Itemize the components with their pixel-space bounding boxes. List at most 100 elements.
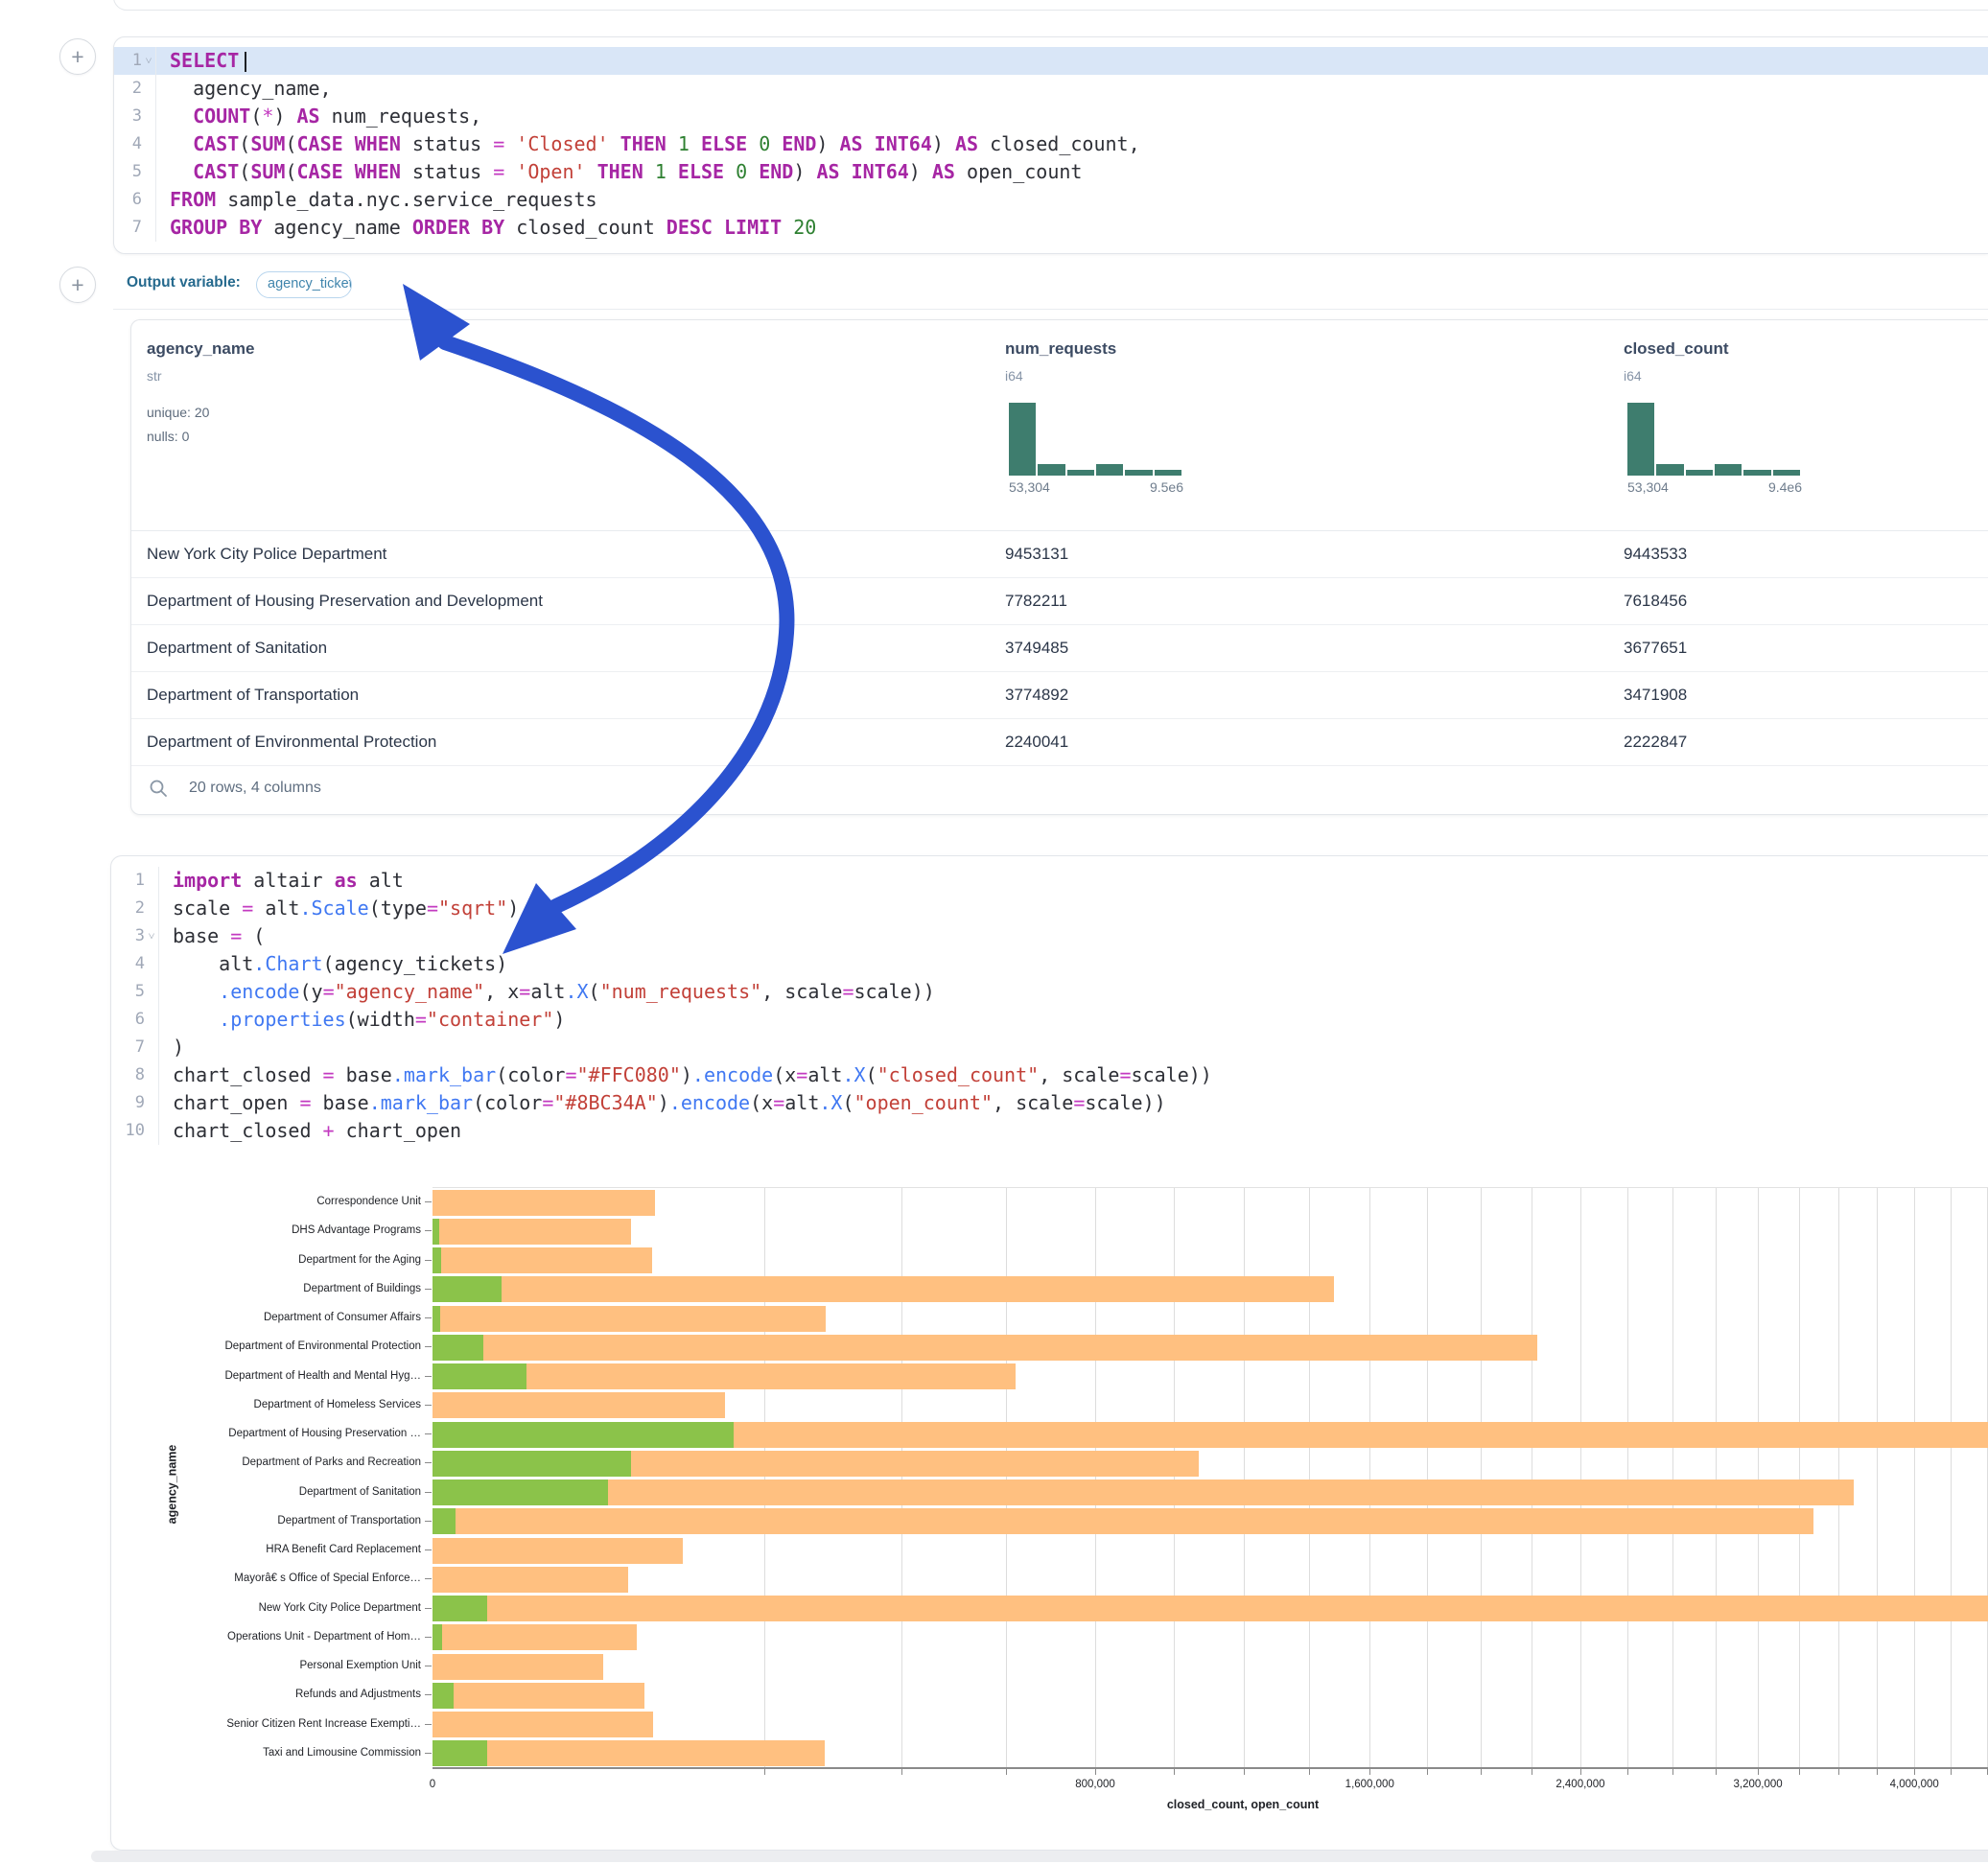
axis-tick bbox=[425, 1201, 432, 1202]
bar-closed-count bbox=[433, 1508, 1813, 1534]
column-type-closed-count: i64 bbox=[1624, 368, 1642, 384]
line-number: 5 bbox=[114, 158, 156, 186]
next-cell-edge bbox=[91, 1851, 1988, 1862]
result-table-card: agency_name str unique: 20 nulls: 0 num_… bbox=[130, 319, 1988, 815]
bar-closed-count bbox=[433, 1712, 653, 1737]
bar-closed-count bbox=[433, 1654, 603, 1680]
code-line: 8chart_closed = base.mark_bar(color="#FF… bbox=[111, 1061, 1988, 1089]
line-number: 9 bbox=[111, 1089, 159, 1117]
code-line: 2scale = alt.Scale(type="sqrt") bbox=[111, 895, 1988, 922]
bar-open-count bbox=[433, 1508, 456, 1534]
line-number: 6 bbox=[114, 186, 156, 214]
axis-tick bbox=[1427, 1769, 1428, 1775]
table-cell: Department of Sanitation bbox=[147, 639, 327, 658]
bar-open-count bbox=[433, 1480, 608, 1505]
plus-icon: + bbox=[71, 46, 83, 68]
column-meta-nulls: nulls: 0 bbox=[147, 429, 189, 444]
bar-closed-count bbox=[433, 1392, 725, 1418]
y-axis-label: Operations Unit - Department of Hom… bbox=[227, 1631, 421, 1643]
column-header-agency-name[interactable]: agency_name bbox=[147, 339, 254, 359]
line-number: 4 bbox=[111, 950, 159, 978]
axis-tick bbox=[1627, 1769, 1628, 1775]
gridline bbox=[1799, 1188, 1800, 1768]
output-variable-pill[interactable]: agency_tickets bbox=[256, 271, 352, 298]
bar-closed-count bbox=[433, 1219, 631, 1245]
gridline bbox=[1427, 1188, 1428, 1768]
code-line: 5 CAST(SUM(CASE WHEN status = 'Open' THE… bbox=[114, 158, 1988, 186]
bar-open-count bbox=[433, 1276, 502, 1302]
bar-open-count bbox=[433, 1451, 631, 1477]
axis-tick bbox=[425, 1492, 432, 1493]
bar-open-count bbox=[433, 1335, 483, 1361]
line-number: 6 bbox=[111, 1006, 159, 1034]
line-number: 4 bbox=[114, 130, 156, 158]
x-tick-label: 3,200,000 bbox=[1733, 1779, 1782, 1790]
axis-tick bbox=[425, 1462, 432, 1463]
y-axis-label: DHS Advantage Programs bbox=[292, 1224, 421, 1236]
bar-closed-count bbox=[433, 1480, 1854, 1505]
gridline bbox=[1951, 1188, 1952, 1768]
hist-max-label: 9.5e6 bbox=[1150, 479, 1183, 495]
y-axis-label: Department of Environmental Protection bbox=[224, 1340, 421, 1352]
histogram-labels-closed-count: 53,304 9.4e6 bbox=[1627, 479, 1802, 495]
line-number: 8 bbox=[111, 1061, 159, 1089]
axis-tick bbox=[1758, 1769, 1759, 1775]
line-number: 3 bbox=[114, 103, 156, 130]
axis-tick bbox=[425, 1521, 432, 1522]
sql-code-editor[interactable]: 1˅SELECT2 agency_name,3 COUNT(*) AS num_… bbox=[114, 37, 1988, 242]
x-tick-label: 1,600,000 bbox=[1345, 1779, 1394, 1790]
histogram-bar bbox=[1038, 464, 1064, 476]
table-cell: 2222847 bbox=[1624, 733, 1687, 752]
bar-open-count bbox=[433, 1596, 487, 1621]
gridline bbox=[1672, 1188, 1673, 1768]
x-tick-label: 2,400,000 bbox=[1555, 1779, 1604, 1790]
chart-x-axis-line bbox=[433, 1767, 1988, 1769]
column-header-closed-count[interactable]: closed_count bbox=[1624, 339, 1729, 359]
code-line: 7) bbox=[111, 1034, 1988, 1061]
histogram-bar bbox=[1125, 470, 1152, 476]
python-code-editor[interactable]: 1import altair as alt2scale = alt.Scale(… bbox=[111, 856, 1988, 1145]
text-cursor bbox=[245, 52, 246, 72]
add-cell-button-output[interactable]: + bbox=[59, 267, 96, 303]
y-axis-label: New York City Police Department bbox=[259, 1602, 421, 1614]
add-cell-button-top[interactable]: + bbox=[59, 38, 96, 75]
code-line: 9chart_open = base.mark_bar(color="#8BC3… bbox=[111, 1089, 1988, 1117]
axis-tick bbox=[764, 1769, 765, 1775]
column-type-num-requests: i64 bbox=[1005, 368, 1023, 384]
line-number: 2 bbox=[114, 75, 156, 103]
bar-open-count bbox=[433, 1422, 734, 1448]
histogram-bar bbox=[1155, 470, 1181, 476]
line-number: 2 bbox=[111, 895, 159, 922]
y-axis-label: Senior Citizen Rent Increase Exempti… bbox=[226, 1718, 421, 1730]
bar-open-count bbox=[433, 1247, 441, 1273]
bar-open-count bbox=[433, 1306, 440, 1332]
column-type-agency-name: str bbox=[147, 368, 162, 384]
table-cell: New York City Police Department bbox=[147, 545, 386, 564]
histogram-labels-num-requests: 53,304 9.5e6 bbox=[1009, 479, 1183, 495]
code-line: 6FROM sample_data.nyc.service_requests bbox=[114, 186, 1988, 214]
line-number: 3˅ bbox=[111, 922, 159, 950]
output-variable-label: Output variable: bbox=[127, 274, 241, 291]
table-row: Department of Sanitation37494853677651 bbox=[131, 625, 1988, 672]
column-header-num-requests[interactable]: num_requests bbox=[1005, 339, 1116, 359]
axis-tick bbox=[1309, 1769, 1310, 1775]
table-cell: 3471908 bbox=[1624, 686, 1687, 705]
axis-tick bbox=[1580, 1769, 1581, 1775]
chevron-down-icon[interactable]: ˅ bbox=[142, 47, 155, 75]
axis-tick bbox=[1914, 1769, 1915, 1775]
previous-cell-bottom-edge bbox=[113, 0, 1988, 11]
code-line: 1import altair as alt bbox=[111, 867, 1988, 895]
chart-y-axis-title: agency_name bbox=[165, 1445, 178, 1525]
chevron-down-icon[interactable]: ˅ bbox=[145, 922, 158, 950]
line-number: 7 bbox=[114, 214, 156, 242]
table-cell: 3749485 bbox=[1005, 639, 1068, 658]
bar-open-count bbox=[433, 1740, 487, 1766]
gridline bbox=[1758, 1188, 1759, 1768]
axis-tick bbox=[1951, 1769, 1952, 1775]
bar-closed-count bbox=[433, 1306, 826, 1332]
axis-tick bbox=[901, 1769, 902, 1775]
table-cell: Department of Environmental Protection bbox=[147, 733, 436, 752]
axis-tick bbox=[425, 1346, 432, 1347]
histogram-bar bbox=[1009, 403, 1036, 476]
search-icon[interactable] bbox=[149, 779, 168, 798]
